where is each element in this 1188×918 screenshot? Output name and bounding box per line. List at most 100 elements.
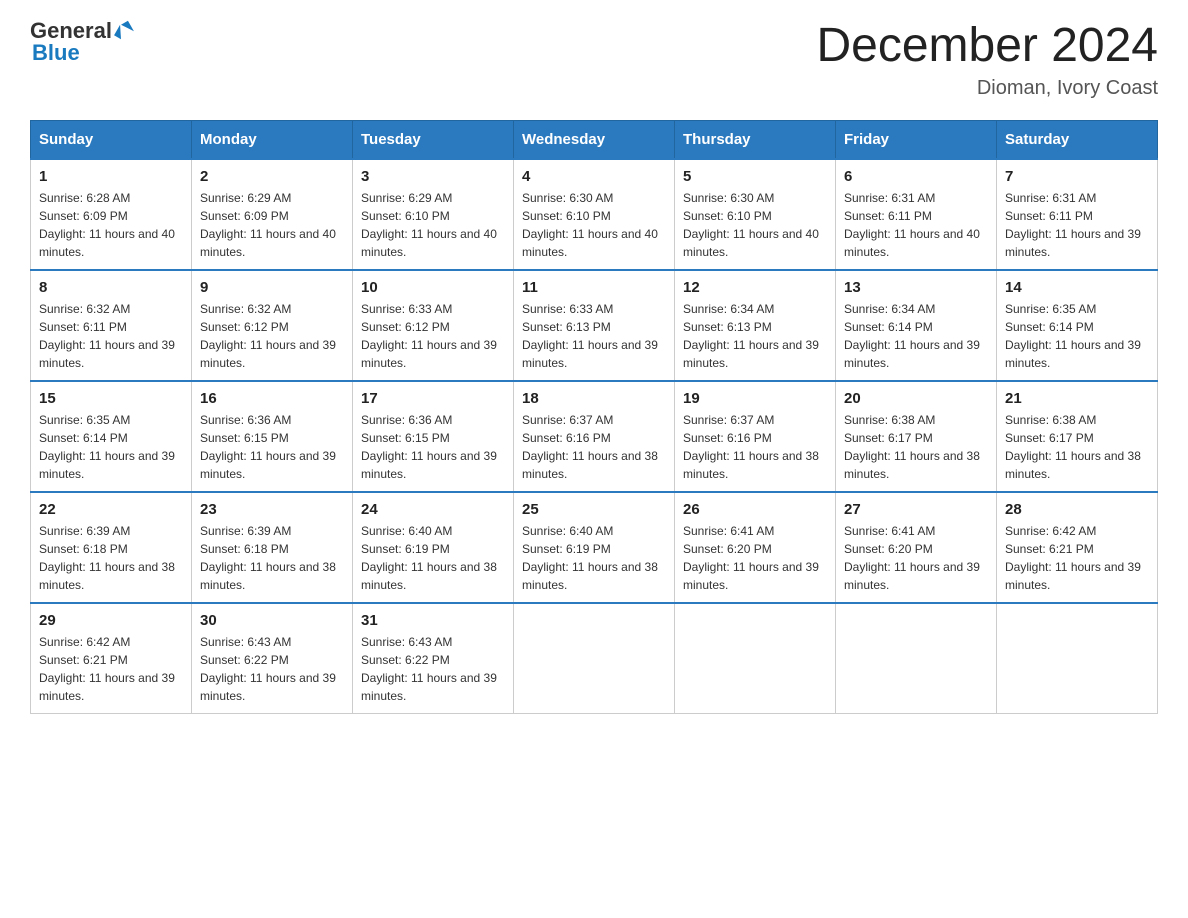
calendar-cell: 19 Sunrise: 6:37 AMSunset: 6:16 PMDaylig… — [675, 381, 836, 492]
day-info: Sunrise: 6:31 AMSunset: 6:11 PMDaylight:… — [844, 189, 988, 261]
day-number: 17 — [361, 390, 505, 407]
day-number: 22 — [39, 501, 183, 518]
calendar-cell: 3 Sunrise: 6:29 AMSunset: 6:10 PMDayligh… — [353, 159, 514, 270]
day-info: Sunrise: 6:41 AMSunset: 6:20 PMDaylight:… — [683, 522, 827, 594]
header-friday: Friday — [836, 120, 997, 159]
day-info: Sunrise: 6:38 AMSunset: 6:17 PMDaylight:… — [844, 411, 988, 483]
day-number: 21 — [1005, 390, 1149, 407]
day-number: 9 — [200, 279, 344, 296]
day-number: 10 — [361, 279, 505, 296]
day-info: Sunrise: 6:42 AMSunset: 6:21 PMDaylight:… — [1005, 522, 1149, 594]
calendar-cell: 12 Sunrise: 6:34 AMSunset: 6:13 PMDaylig… — [675, 270, 836, 381]
day-number: 11 — [522, 279, 666, 296]
calendar-table: SundayMondayTuesdayWednesdayThursdayFrid… — [30, 120, 1158, 714]
day-info: Sunrise: 6:36 AMSunset: 6:15 PMDaylight:… — [361, 411, 505, 483]
day-number: 4 — [522, 168, 666, 185]
header-thursday: Thursday — [675, 120, 836, 159]
calendar-cell: 15 Sunrise: 6:35 AMSunset: 6:14 PMDaylig… — [31, 381, 192, 492]
logo-text-blue: Blue — [32, 40, 80, 65]
day-info: Sunrise: 6:37 AMSunset: 6:16 PMDaylight:… — [522, 411, 666, 483]
calendar-cell: 13 Sunrise: 6:34 AMSunset: 6:14 PMDaylig… — [836, 270, 997, 381]
week-row-3: 15 Sunrise: 6:35 AMSunset: 6:14 PMDaylig… — [31, 381, 1158, 492]
logo: General Blue — [30, 20, 132, 64]
day-number: 26 — [683, 501, 827, 518]
day-number: 18 — [522, 390, 666, 407]
calendar-cell — [675, 603, 836, 714]
day-number: 19 — [683, 390, 827, 407]
day-info: Sunrise: 6:43 AMSunset: 6:22 PMDaylight:… — [361, 633, 505, 705]
day-info: Sunrise: 6:38 AMSunset: 6:17 PMDaylight:… — [1005, 411, 1149, 483]
calendar-cell: 7 Sunrise: 6:31 AMSunset: 6:11 PMDayligh… — [997, 159, 1158, 270]
calendar-cell: 20 Sunrise: 6:38 AMSunset: 6:17 PMDaylig… — [836, 381, 997, 492]
day-info: Sunrise: 6:36 AMSunset: 6:15 PMDaylight:… — [200, 411, 344, 483]
calendar-cell: 14 Sunrise: 6:35 AMSunset: 6:14 PMDaylig… — [997, 270, 1158, 381]
day-number: 30 — [200, 612, 344, 629]
location: Dioman, Ivory Coast — [816, 77, 1158, 100]
page-header: General Blue December 2024 Dioman, Ivory… — [30, 20, 1158, 100]
day-number: 5 — [683, 168, 827, 185]
day-number: 13 — [844, 279, 988, 296]
day-number: 2 — [200, 168, 344, 185]
calendar-cell: 27 Sunrise: 6:41 AMSunset: 6:20 PMDaylig… — [836, 492, 997, 603]
weekday-header-row: SundayMondayTuesdayWednesdayThursdayFrid… — [31, 120, 1158, 159]
calendar-cell: 31 Sunrise: 6:43 AMSunset: 6:22 PMDaylig… — [353, 603, 514, 714]
logo-text-general: General — [30, 20, 112, 42]
day-number: 3 — [361, 168, 505, 185]
day-info: Sunrise: 6:40 AMSunset: 6:19 PMDaylight:… — [522, 522, 666, 594]
header-sunday: Sunday — [31, 120, 192, 159]
day-info: Sunrise: 6:39 AMSunset: 6:18 PMDaylight:… — [200, 522, 344, 594]
day-info: Sunrise: 6:34 AMSunset: 6:14 PMDaylight:… — [844, 300, 988, 372]
day-number: 16 — [200, 390, 344, 407]
calendar-cell: 4 Sunrise: 6:30 AMSunset: 6:10 PMDayligh… — [514, 159, 675, 270]
day-info: Sunrise: 6:33 AMSunset: 6:12 PMDaylight:… — [361, 300, 505, 372]
day-number: 24 — [361, 501, 505, 518]
header-tuesday: Tuesday — [353, 120, 514, 159]
calendar-cell: 16 Sunrise: 6:36 AMSunset: 6:15 PMDaylig… — [192, 381, 353, 492]
calendar-cell: 26 Sunrise: 6:41 AMSunset: 6:20 PMDaylig… — [675, 492, 836, 603]
calendar-cell: 9 Sunrise: 6:32 AMSunset: 6:12 PMDayligh… — [192, 270, 353, 381]
day-number: 25 — [522, 501, 666, 518]
day-info: Sunrise: 6:32 AMSunset: 6:12 PMDaylight:… — [200, 300, 344, 372]
day-info: Sunrise: 6:42 AMSunset: 6:21 PMDaylight:… — [39, 633, 183, 705]
title-area: December 2024 Dioman, Ivory Coast — [816, 20, 1158, 100]
calendar-cell: 18 Sunrise: 6:37 AMSunset: 6:16 PMDaylig… — [514, 381, 675, 492]
calendar-cell: 22 Sunrise: 6:39 AMSunset: 6:18 PMDaylig… — [31, 492, 192, 603]
day-info: Sunrise: 6:41 AMSunset: 6:20 PMDaylight:… — [844, 522, 988, 594]
week-row-1: 1 Sunrise: 6:28 AMSunset: 6:09 PMDayligh… — [31, 159, 1158, 270]
day-info: Sunrise: 6:39 AMSunset: 6:18 PMDaylight:… — [39, 522, 183, 594]
day-info: Sunrise: 6:43 AMSunset: 6:22 PMDaylight:… — [200, 633, 344, 705]
day-number: 20 — [844, 390, 988, 407]
calendar-cell: 30 Sunrise: 6:43 AMSunset: 6:22 PMDaylig… — [192, 603, 353, 714]
calendar-cell: 5 Sunrise: 6:30 AMSunset: 6:10 PMDayligh… — [675, 159, 836, 270]
day-info: Sunrise: 6:34 AMSunset: 6:13 PMDaylight:… — [683, 300, 827, 372]
header-wednesday: Wednesday — [514, 120, 675, 159]
day-number: 1 — [39, 168, 183, 185]
day-info: Sunrise: 6:40 AMSunset: 6:19 PMDaylight:… — [361, 522, 505, 594]
calendar-cell: 23 Sunrise: 6:39 AMSunset: 6:18 PMDaylig… — [192, 492, 353, 603]
day-info: Sunrise: 6:35 AMSunset: 6:14 PMDaylight:… — [1005, 300, 1149, 372]
header-saturday: Saturday — [997, 120, 1158, 159]
day-number: 8 — [39, 279, 183, 296]
calendar-cell: 24 Sunrise: 6:40 AMSunset: 6:19 PMDaylig… — [353, 492, 514, 603]
day-info: Sunrise: 6:33 AMSunset: 6:13 PMDaylight:… — [522, 300, 666, 372]
header-monday: Monday — [192, 120, 353, 159]
day-info: Sunrise: 6:30 AMSunset: 6:10 PMDaylight:… — [683, 189, 827, 261]
calendar-cell: 6 Sunrise: 6:31 AMSunset: 6:11 PMDayligh… — [836, 159, 997, 270]
day-info: Sunrise: 6:35 AMSunset: 6:14 PMDaylight:… — [39, 411, 183, 483]
calendar-cell: 25 Sunrise: 6:40 AMSunset: 6:19 PMDaylig… — [514, 492, 675, 603]
calendar-cell — [836, 603, 997, 714]
day-info: Sunrise: 6:29 AMSunset: 6:09 PMDaylight:… — [200, 189, 344, 261]
day-info: Sunrise: 6:31 AMSunset: 6:11 PMDaylight:… — [1005, 189, 1149, 261]
week-row-4: 22 Sunrise: 6:39 AMSunset: 6:18 PMDaylig… — [31, 492, 1158, 603]
month-title: December 2024 — [816, 20, 1158, 73]
week-row-5: 29 Sunrise: 6:42 AMSunset: 6:21 PMDaylig… — [31, 603, 1158, 714]
calendar-cell: 29 Sunrise: 6:42 AMSunset: 6:21 PMDaylig… — [31, 603, 192, 714]
day-number: 15 — [39, 390, 183, 407]
day-number: 29 — [39, 612, 183, 629]
day-info: Sunrise: 6:30 AMSunset: 6:10 PMDaylight:… — [522, 189, 666, 261]
day-number: 14 — [1005, 279, 1149, 296]
calendar-cell: 28 Sunrise: 6:42 AMSunset: 6:21 PMDaylig… — [997, 492, 1158, 603]
day-number: 7 — [1005, 168, 1149, 185]
day-number: 6 — [844, 168, 988, 185]
calendar-cell: 2 Sunrise: 6:29 AMSunset: 6:09 PMDayligh… — [192, 159, 353, 270]
